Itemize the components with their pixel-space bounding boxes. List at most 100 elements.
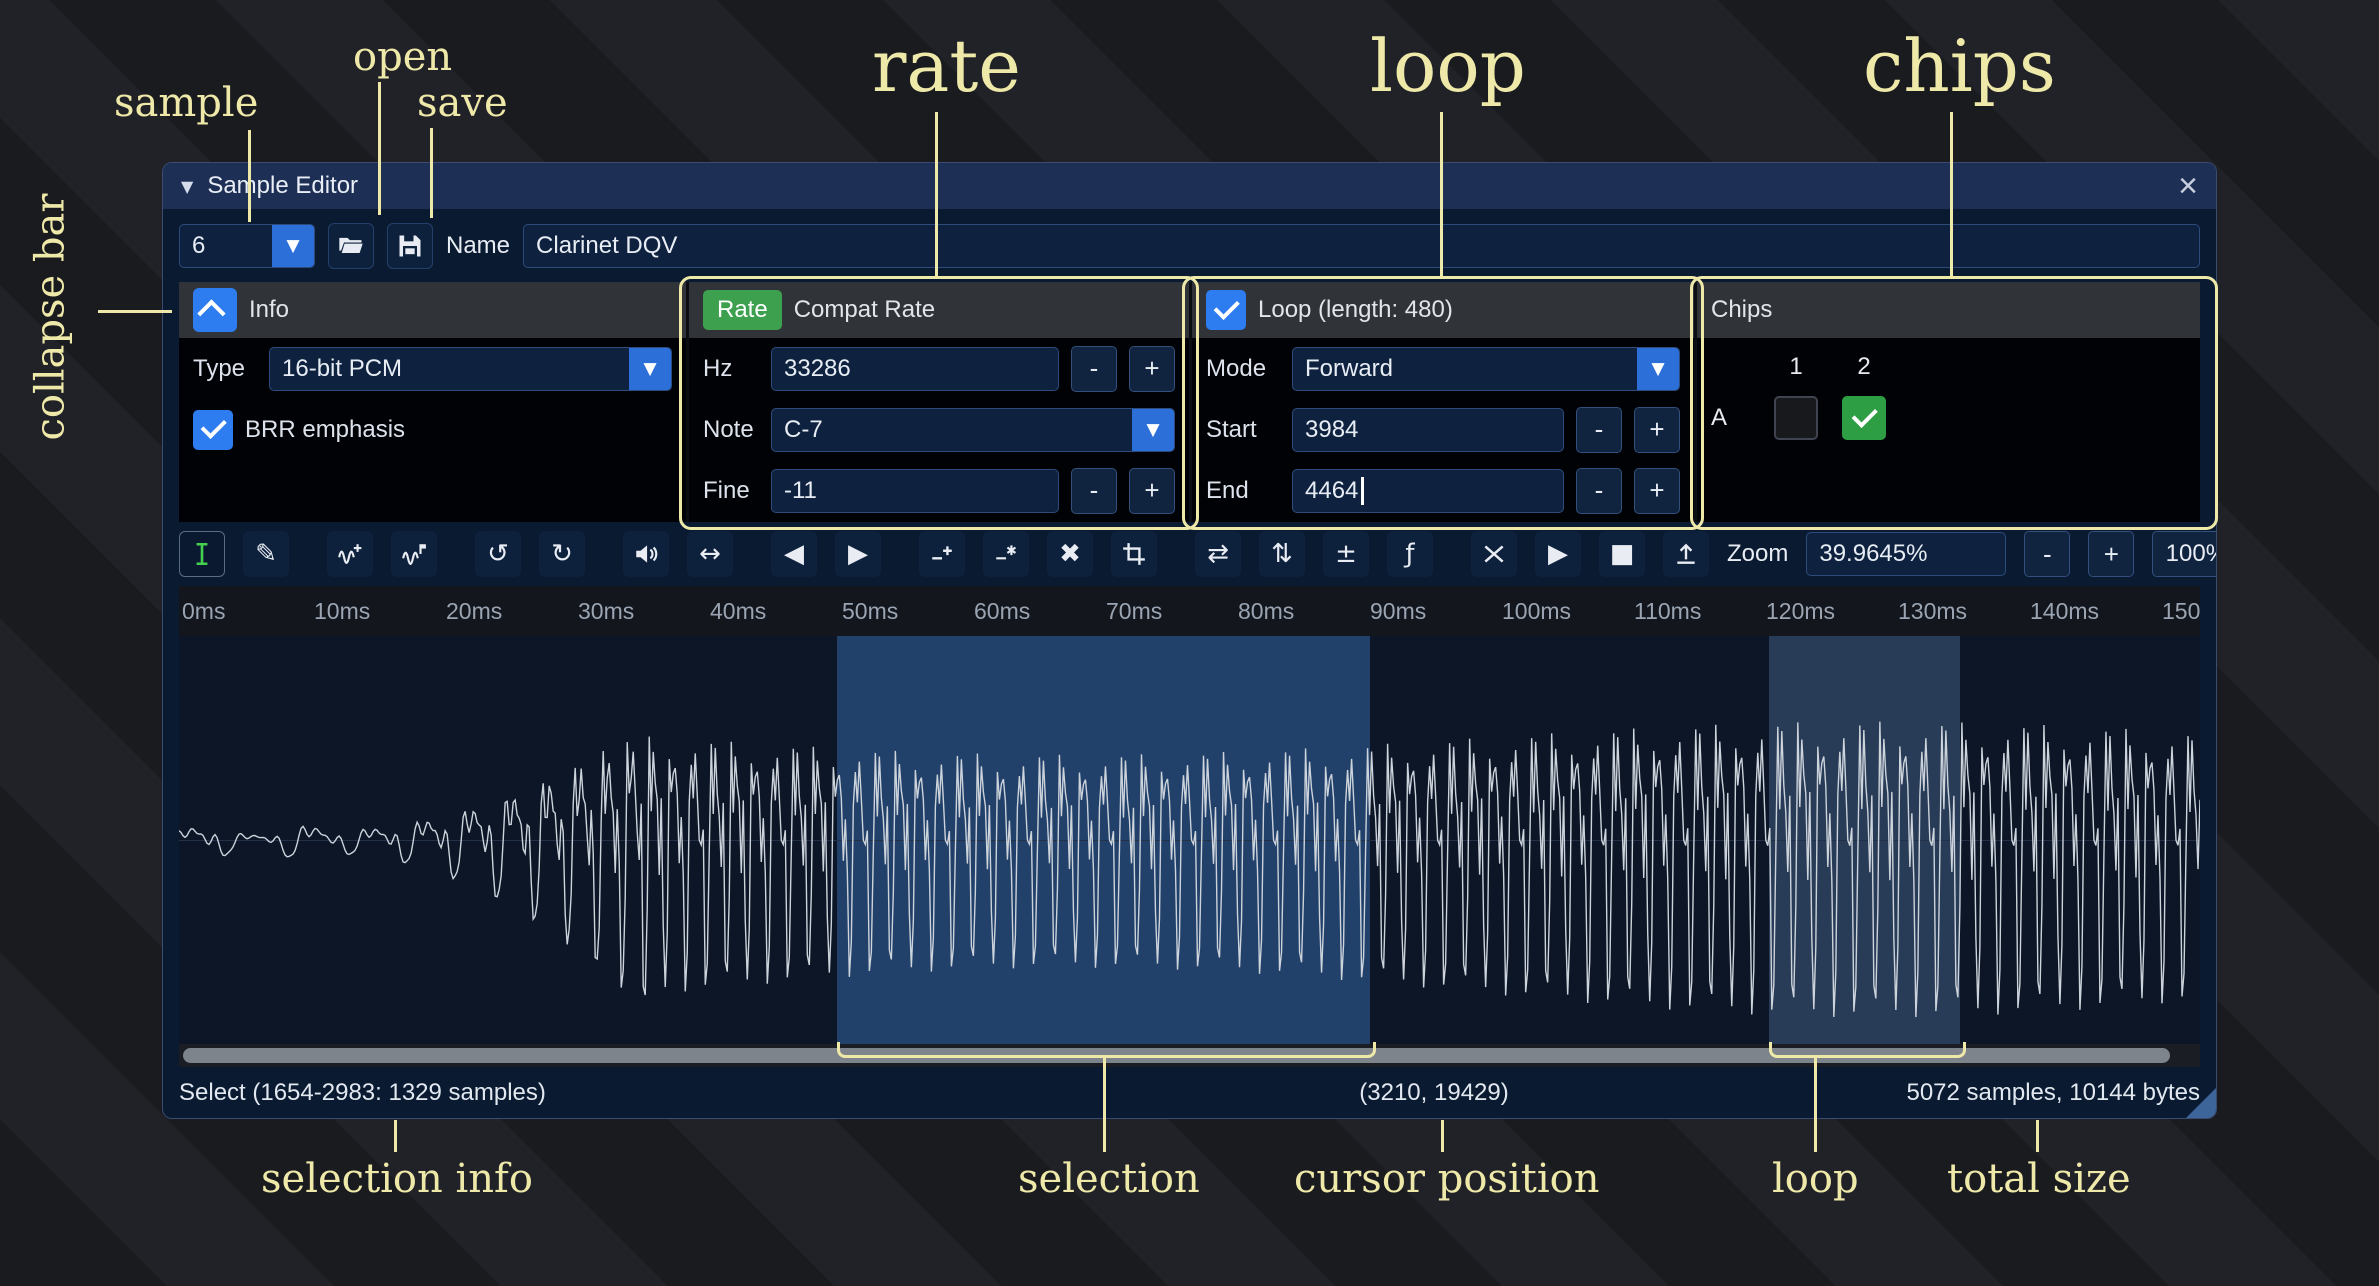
play-icon: ▶ bbox=[1548, 541, 1568, 567]
note-dropdown[interactable]: C-7 ▼ bbox=[771, 408, 1175, 452]
annotation-loop-bottom: loop bbox=[1772, 1156, 1859, 1202]
upload-icon bbox=[1673, 541, 1699, 567]
info-panel: Info Type 16-bit PCM ▼ BRR emphasis bbox=[179, 282, 686, 522]
chips-panel: Chips 1 2 A bbox=[1694, 282, 2200, 522]
chips-panel-title: Chips bbox=[1711, 296, 1772, 324]
hz-minus-button[interactable]: - bbox=[1071, 346, 1117, 392]
draw-tool-button[interactable]: ✎ bbox=[243, 531, 289, 577]
annotation-chips: chips bbox=[1863, 24, 2056, 108]
fade-in-button[interactable]: ◀ bbox=[771, 531, 817, 577]
chevron-down-icon[interactable]: ▼ bbox=[1637, 348, 1679, 390]
dash-plus-icon bbox=[929, 541, 955, 567]
ruler-label: 60ms bbox=[974, 598, 1030, 625]
collapse-bar-button[interactable] bbox=[193, 288, 237, 332]
scrollbar-handle[interactable] bbox=[183, 1048, 2170, 1063]
waveform-area[interactable] bbox=[179, 636, 2200, 1044]
fine-input[interactable] bbox=[771, 469, 1059, 513]
preview-button[interactable]: ▶ bbox=[1535, 531, 1581, 577]
loop-enable-checkbox[interactable] bbox=[1206, 290, 1246, 330]
loop-start-plus-button[interactable]: + bbox=[1634, 407, 1680, 453]
sample-number-dropdown[interactable]: 6 ▼ bbox=[179, 224, 315, 268]
sample-name-input[interactable] bbox=[523, 224, 2200, 268]
invert-button[interactable]: ⇅ bbox=[1259, 531, 1305, 577]
signed-unsigned-button[interactable]: ± bbox=[1323, 531, 1369, 577]
delete-x-icon: ✖ bbox=[1059, 541, 1081, 567]
hz-plus-button[interactable]: + bbox=[1129, 346, 1175, 392]
insert-silence-button[interactable] bbox=[919, 531, 965, 577]
window-titlebar: ▼ Sample Editor × bbox=[163, 163, 2216, 209]
ruler-label: 80ms bbox=[1238, 598, 1294, 625]
window-collapse-icon[interactable]: ▼ bbox=[181, 177, 193, 196]
chevron-down-icon[interactable]: ▼ bbox=[629, 348, 671, 390]
fine-minus-button[interactable]: - bbox=[1071, 468, 1117, 514]
loop-start-row: Start - + bbox=[1192, 399, 1694, 460]
annotation-selection: selection bbox=[1018, 1156, 1200, 1202]
ruler-label: 90ms bbox=[1370, 598, 1426, 625]
zoom-reset-button[interactable]: 100% bbox=[2152, 531, 2217, 577]
left-triangle-icon: ◀ bbox=[784, 541, 804, 567]
loop-start-label: Start bbox=[1206, 416, 1280, 444]
open-sample-button[interactable] bbox=[328, 223, 374, 269]
type-label: Type bbox=[193, 355, 257, 383]
normalize-button[interactable]: ↔ bbox=[687, 531, 733, 577]
delete-button[interactable]: ✖ bbox=[1047, 531, 1093, 577]
loop-mode-dropdown[interactable]: Forward ▼ bbox=[1292, 347, 1680, 391]
loop-end-plus-button[interactable]: + bbox=[1634, 468, 1680, 514]
zoom-out-button[interactable]: - bbox=[2024, 531, 2070, 577]
resize-button[interactable] bbox=[327, 531, 373, 577]
check-icon bbox=[201, 413, 227, 439]
loop-end-value: 4464 bbox=[1305, 477, 1358, 505]
select-tool-button[interactable] bbox=[179, 531, 225, 577]
loop-end-minus-button[interactable]: - bbox=[1576, 468, 1622, 514]
rate-button[interactable]: Rate bbox=[703, 290, 782, 330]
chevron-down-icon[interactable]: ▼ bbox=[1132, 409, 1174, 451]
ruler-label: 150ms bbox=[2162, 598, 2200, 625]
waveform-svg bbox=[179, 636, 2200, 1044]
chip-a2-checkbox[interactable] bbox=[1842, 396, 1886, 440]
loop-end-row: End 4464 - + bbox=[1192, 460, 1694, 521]
filter-button[interactable]: ƒ bbox=[1387, 531, 1433, 577]
resample-button[interactable] bbox=[391, 531, 437, 577]
sample-type-dropdown[interactable]: 16-bit PCM ▼ bbox=[269, 347, 672, 391]
brr-emphasis-checkbox[interactable] bbox=[193, 410, 233, 450]
chevron-down-icon[interactable]: ▼ bbox=[272, 225, 314, 267]
loop-mode-row: Mode Forward ▼ bbox=[1192, 338, 1694, 399]
annotation-line-cursor-position bbox=[1441, 1120, 1444, 1152]
pencil-icon: ✎ bbox=[255, 541, 277, 567]
loop-end-input[interactable]: 4464 bbox=[1292, 469, 1564, 513]
resample-wave-icon bbox=[401, 541, 427, 567]
amplify-button[interactable] bbox=[623, 531, 669, 577]
crossfade-button[interactable] bbox=[1471, 531, 1517, 577]
waveform-path bbox=[179, 722, 2200, 1017]
loop-end-label: End bbox=[1206, 477, 1280, 505]
ruler-label: 10ms bbox=[314, 598, 370, 625]
waveform-scrollbar[interactable] bbox=[179, 1044, 2200, 1067]
fade-out-button[interactable]: ▶ bbox=[835, 531, 881, 577]
create-instrument-button[interactable] bbox=[1663, 531, 1709, 577]
reverse-button[interactable]: ⇄ bbox=[1195, 531, 1241, 577]
save-floppy-icon bbox=[396, 232, 424, 260]
redo-button[interactable]: ↻ bbox=[539, 531, 585, 577]
loop-start-input[interactable] bbox=[1292, 408, 1564, 452]
zoom-in-button[interactable]: + bbox=[2088, 531, 2134, 577]
undo-button[interactable]: ↺ bbox=[475, 531, 521, 577]
flip-arrows-icon: ⇅ bbox=[1271, 541, 1293, 567]
fine-plus-button[interactable]: + bbox=[1129, 468, 1175, 514]
info-empty-row bbox=[179, 460, 686, 521]
panels-strip: Info Type 16-bit PCM ▼ BRR emphasis bbox=[179, 282, 2200, 522]
name-label: Name bbox=[446, 232, 510, 260]
loop-start-minus-button[interactable]: - bbox=[1576, 407, 1622, 453]
apply-silence-button[interactable] bbox=[983, 531, 1029, 577]
dash-star-icon bbox=[993, 541, 1019, 567]
page: ▼ Sample Editor × 6 ▼ Name bbox=[0, 0, 2379, 1286]
resize-grip[interactable] bbox=[2186, 1088, 2216, 1118]
timeline-ruler: 0ms10ms20ms30ms40ms50ms60ms70ms80ms90ms1… bbox=[179, 586, 2200, 636]
zoom-input[interactable] bbox=[1806, 532, 2006, 576]
stop-preview-button[interactable]: ■ bbox=[1599, 531, 1645, 577]
trim-button[interactable] bbox=[1111, 531, 1157, 577]
chip-a1-checkbox[interactable] bbox=[1774, 396, 1818, 440]
save-sample-button[interactable] bbox=[387, 223, 433, 269]
crop-icon bbox=[1121, 541, 1147, 567]
hz-input[interactable] bbox=[771, 347, 1059, 391]
close-icon[interactable]: × bbox=[2178, 169, 2198, 203]
